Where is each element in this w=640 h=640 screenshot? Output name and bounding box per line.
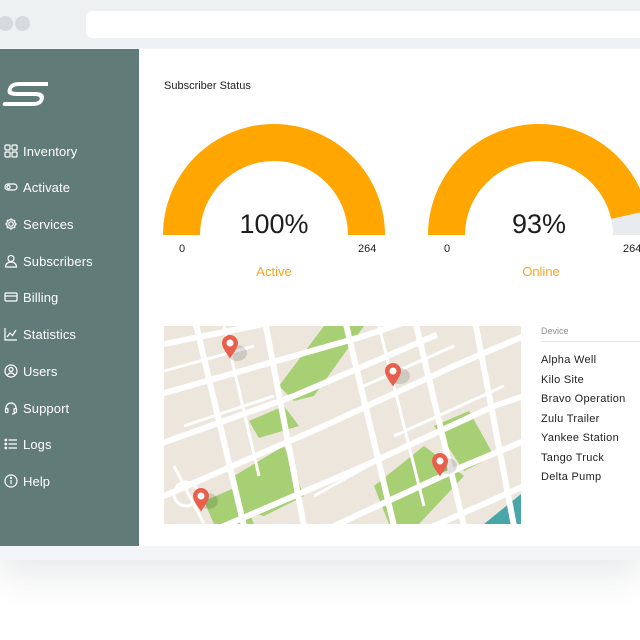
title-bar <box>0 0 640 48</box>
gauge-max-label: 264 <box>623 243 640 255</box>
sidebar-item-label: Billing <box>23 289 59 305</box>
sidebar-item-label: Subscribers <box>23 253 93 269</box>
device-list-item[interactable]: Yankee Station <box>541 432 619 444</box>
device-list-item[interactable]: Tango Truck <box>541 452 604 464</box>
chart-icon <box>3 327 18 342</box>
device-list-item[interactable]: Alpha Well <box>541 354 596 366</box>
sidebar-item-subscribers[interactable]: Subscribers <box>0 249 139 273</box>
device-list-item[interactable]: Bravo Operation <box>541 393 626 405</box>
browser-window: Inventory Activate Services Subscribers … <box>0 0 640 560</box>
sidebar-item-users[interactable]: Users <box>0 359 139 383</box>
grid-icon <box>3 144 18 159</box>
user-circle-icon <box>3 364 18 379</box>
sidebar-item-help[interactable]: Help <box>0 469 139 493</box>
device-list-item[interactable]: Zulu Trailer <box>541 413 600 425</box>
gauge-label: Online <box>522 264 560 279</box>
sidebar-item-label: Support <box>23 400 70 416</box>
gauge-label: Active <box>256 264 292 279</box>
sidebar-item-label: Inventory <box>23 143 78 159</box>
sidebar-item-label: Users <box>23 363 58 379</box>
sidebar-item-label: Statistics <box>23 326 77 342</box>
sidebar-item-activate[interactable]: Activate <box>0 175 139 199</box>
sidebar: Inventory Activate Services Subscribers … <box>0 49 139 546</box>
sidebar-item-support[interactable]: Support <box>0 396 139 420</box>
sidebar-item-label: Services <box>23 216 74 232</box>
sidebar-item-inventory[interactable]: Inventory <box>0 139 139 163</box>
gauge-min-label: 0 <box>444 243 451 255</box>
headset-icon <box>3 401 18 416</box>
sidebar-item-billing[interactable]: Billing <box>0 285 139 309</box>
sidebar-item-services[interactable]: Services <box>0 212 139 236</box>
toggle-icon <box>3 180 18 195</box>
credit-card-icon <box>3 290 18 305</box>
sidebar-item-logs[interactable]: Logs <box>0 432 139 456</box>
sidebar-item-label: Logs <box>23 436 52 452</box>
divider <box>541 341 640 342</box>
device-column-header: Device <box>541 326 569 336</box>
sidebar-item-label: Help <box>23 473 51 489</box>
gauge-value: 93% <box>511 209 567 239</box>
window-minimize-button[interactable] <box>15 16 30 31</box>
main-content: Subscriber Status 100% 0 264 Active 93% … <box>139 49 640 546</box>
app-logo <box>2 82 48 106</box>
map-view[interactable] <box>164 326 521 524</box>
window-close-button[interactable] <box>0 16 13 31</box>
device-list-item[interactable]: Kilo Site <box>541 374 584 386</box>
sidebar-item-label: Activate <box>23 179 71 195</box>
map-graphic <box>164 326 521 524</box>
info-icon <box>3 474 18 489</box>
sidebar-item-statistics[interactable]: Statistics <box>0 322 139 346</box>
list-icon <box>3 437 18 452</box>
user-icon <box>3 254 18 269</box>
gear-icon <box>3 217 18 232</box>
device-list-item[interactable]: Delta Pump <box>541 471 601 483</box>
address-bar[interactable] <box>86 11 640 38</box>
